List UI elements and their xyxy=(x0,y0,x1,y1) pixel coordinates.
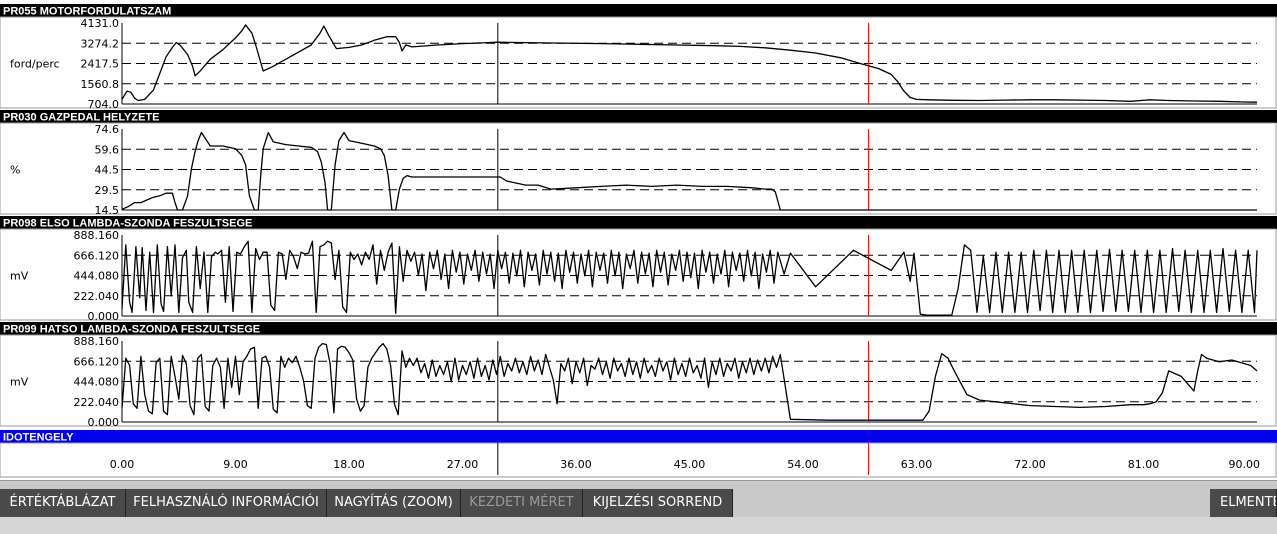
panel-title: PR055 MOTORFORDULATSZAM xyxy=(3,6,171,18)
time-tick-label: 81.00 xyxy=(1128,458,1160,471)
y-tick-label: 44.5 xyxy=(95,164,120,177)
y-tick-label: 0.000 xyxy=(88,416,120,429)
plots-area[interactable]: PR055 MOTORFORDULATSZAM 4131.0 3274.2 2417.… xyxy=(0,0,1277,480)
panel-title: PR099 HATSO LAMBDA-SZONDA FESZULTSEGE xyxy=(3,324,260,336)
y-tick-label: 666.120 xyxy=(74,355,120,368)
time-axis-frame xyxy=(0,442,1277,478)
save-button[interactable]: ELMENTE xyxy=(1210,489,1277,517)
time-tick-label: 54.00 xyxy=(787,458,819,471)
y-tick-label: 3274.2 xyxy=(81,37,120,50)
y-tick-label: 666.120 xyxy=(74,249,120,262)
series-line xyxy=(121,240,1258,316)
y-tick-label: 222.040 xyxy=(74,290,120,303)
toolbar-empty-space xyxy=(733,489,1210,517)
panel-title: PR098 ELSO LAMBDA-SZONDA FESZULTSEGE xyxy=(3,218,252,230)
y-tick-label: 2417.5 xyxy=(81,58,120,71)
user-info-button[interactable]: FELHASZNÁLÓ INFORMÁCIÓI xyxy=(126,489,327,517)
y-axis-unit: % xyxy=(10,164,20,177)
time-axis-header-bar xyxy=(0,430,1277,443)
diagnostic-charts[interactable]: PR055 MOTORFORDULATSZAM4131.0 3274.2 2417.… xyxy=(0,0,1277,480)
y-tick-label: 0.000 xyxy=(88,310,120,323)
time-tick-label: 72.00 xyxy=(1014,458,1046,471)
panel-frame xyxy=(0,334,1277,427)
y-tick-label: 59.6 xyxy=(95,143,120,156)
y-tick-label: 29.5 xyxy=(95,184,120,197)
series-line xyxy=(121,131,1257,211)
time-tick-label: 27.00 xyxy=(447,458,479,471)
panel-header-bar xyxy=(0,110,1277,123)
initial-size-button[interactable]: KEZDETI MÉRET xyxy=(461,489,583,517)
y-tick-label: 444.080 xyxy=(74,376,120,389)
y-tick-label: 704.0 xyxy=(88,98,120,111)
time-tick-label: 90.00 xyxy=(1229,458,1261,471)
time-tick-label: 18.00 xyxy=(333,458,365,471)
time-tick-label: 45.00 xyxy=(674,458,706,471)
y-tick-label: 888.160 xyxy=(74,335,120,348)
y-axis-unit: mV xyxy=(10,270,29,283)
y-axis-unit: ford/perc xyxy=(10,58,60,71)
y-tick-label: 222.040 xyxy=(74,396,120,409)
y-axis-unit: mV xyxy=(10,376,29,389)
y-tick-label: 1560.8 xyxy=(81,78,120,91)
time-axis-title: IDOTENGELY xyxy=(3,432,74,444)
y-tick-label: 444.080 xyxy=(74,270,120,283)
zoom-button[interactable]: NAGYÍTÁS (ZOOM) xyxy=(327,489,461,517)
panel-title: PR030 GAZPEDAL HELYZETE xyxy=(3,112,160,124)
display-order-button[interactable]: KIJELZÉSI SORREND xyxy=(583,489,733,517)
panel-header-bar xyxy=(0,4,1277,17)
y-tick-label: 888.160 xyxy=(74,229,120,242)
y-tick-label: 4131.0 xyxy=(81,17,120,30)
time-tick-label: 0.00 xyxy=(110,458,135,471)
panel-frame xyxy=(0,228,1277,321)
time-tick-label: 63.00 xyxy=(901,458,933,471)
bottom-toolbar: ÉRTÉKTÁBLÁZAT FELHASZNÁLÓ INFORMÁCIÓI NA… xyxy=(0,480,1277,534)
y-tick-label: 14.5 xyxy=(95,204,120,217)
value-table-button[interactable]: ÉRTÉKTÁBLÁZAT xyxy=(0,489,126,517)
y-tick-label: 74.6 xyxy=(95,123,120,136)
time-tick-label: 9.00 xyxy=(223,458,248,471)
time-tick-label: 36.00 xyxy=(560,458,592,471)
